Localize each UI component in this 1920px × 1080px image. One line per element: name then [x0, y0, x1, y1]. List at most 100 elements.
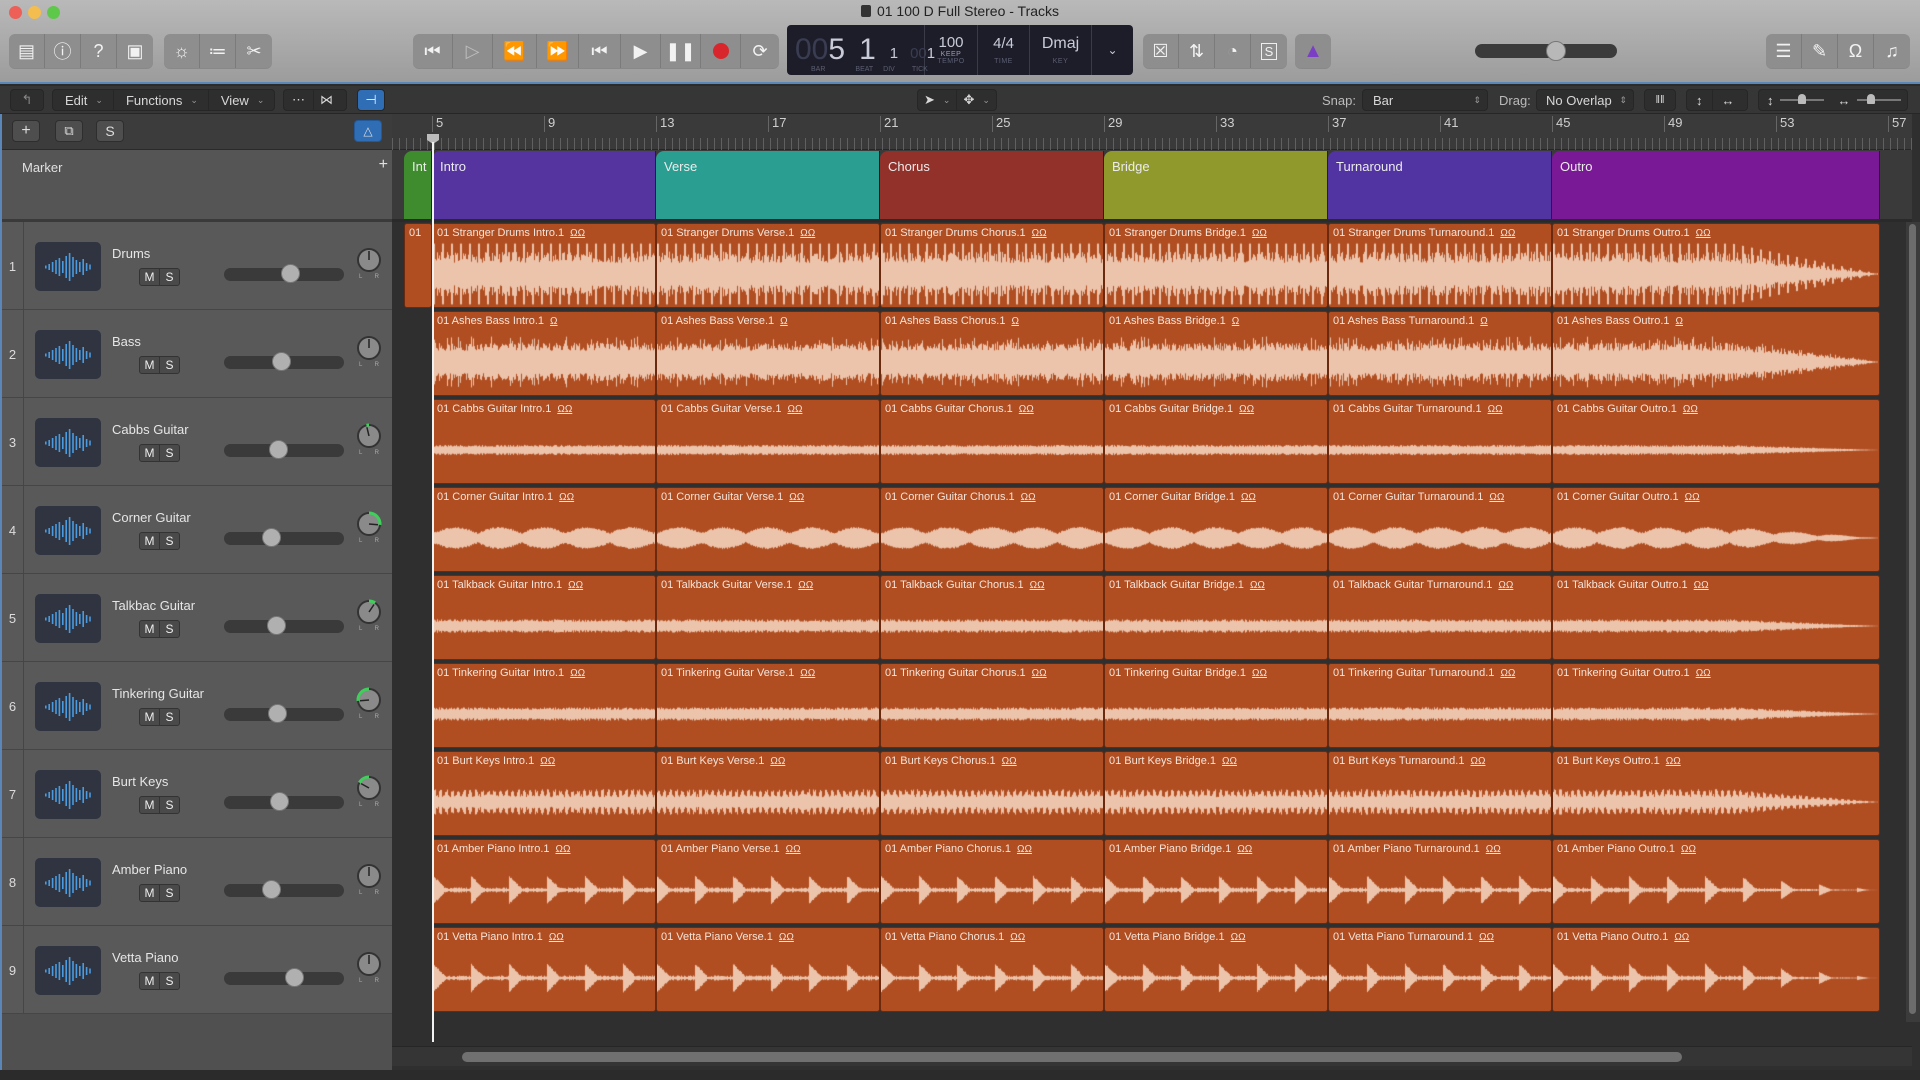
audio-region[interactable]: 01 Talkback Guitar Chorus.1 ΩΩ	[880, 575, 1104, 660]
audio-region[interactable]: 01 Tinkering Guitar Chorus.1 ΩΩ	[880, 663, 1104, 748]
volume-slider-knob[interactable]	[269, 440, 288, 459]
time-signature-display[interactable]: 4/4 TIME	[978, 25, 1030, 75]
lcd-display[interactable]: 00 5 1 1 00 1 BAR BEAT DIV TICK 100 KEEP…	[787, 25, 1133, 75]
audio-region[interactable]: 01 Amber Piano Turnaround.1 ΩΩ	[1328, 839, 1552, 924]
audio-track-icon[interactable]	[35, 242, 101, 291]
volume-slider-knob[interactable]	[262, 880, 281, 899]
key-display[interactable]: Dmaj KEY	[1030, 25, 1092, 75]
go-to-beginning-button[interactable]: ⏮	[413, 34, 453, 68]
cycle-button[interactable]: ⟳	[741, 34, 779, 68]
toolbar-button[interactable]: ▣	[117, 34, 153, 68]
audio-region[interactable]: 01 Ashes Bass Outro.1 Ω	[1552, 311, 1880, 396]
audio-region[interactable]: 01 Corner Guitar Outro.1 ΩΩ	[1552, 487, 1880, 572]
track-header[interactable]: 5 Talkbac Guitar M S LR	[2, 574, 394, 662]
audio-region[interactable]: 01 Talkback Guitar Bridge.1 ΩΩ	[1104, 575, 1328, 660]
marker-turnaround[interactable]: Turnaround	[1328, 151, 1552, 219]
audio-track-icon[interactable]	[35, 682, 101, 731]
record-button[interactable]	[701, 34, 741, 68]
flex-button[interactable]: ⋈	[314, 89, 339, 111]
pan-knob[interactable]: LR	[355, 246, 383, 280]
volume-slider[interactable]	[224, 880, 344, 899]
audio-region[interactable]: 01 Cabbs Guitar Chorus.1 ΩΩ	[880, 399, 1104, 484]
view-menu[interactable]: View ⌄	[209, 89, 275, 111]
tuner-button[interactable]: ◔	[1215, 34, 1251, 68]
tempo-display[interactable]: 100 KEEP TEMPO	[925, 25, 978, 75]
marker-int[interactable]: Int	[404, 151, 432, 219]
audio-region[interactable]: 01 Ashes Bass Turnaround.1 Ω	[1328, 311, 1552, 396]
audio-region[interactable]: 01 Tinkering Guitar Bridge.1 ΩΩ	[1104, 663, 1328, 748]
rewind-button[interactable]: ⏪	[493, 34, 537, 68]
audio-region[interactable]: 01 Vetta Piano Intro.1 ΩΩ	[432, 927, 656, 1012]
track-header[interactable]: 2 Bass M S LR	[2, 310, 394, 398]
solo-button[interactable]: S	[160, 269, 179, 285]
solo-button[interactable]: S	[160, 797, 179, 813]
audio-region[interactable]: 01 Stranger Drums Intro.1 ΩΩ	[432, 223, 656, 308]
audio-region[interactable]: 01 Amber Piano Intro.1 ΩΩ	[432, 839, 656, 924]
master-volume-knob[interactable]	[1546, 41, 1566, 61]
inspector-button[interactable]: ⓘ	[45, 34, 81, 68]
audio-region[interactable]: 01 Corner Guitar Bridge.1 ΩΩ	[1104, 487, 1328, 572]
edit-menu[interactable]: Edit ⌄	[53, 89, 114, 111]
audio-region[interactable]: 01 Tinkering Guitar Turnaround.1 ΩΩ	[1328, 663, 1552, 748]
add-marker-button[interactable]: +	[379, 156, 388, 174]
solo-button[interactable]: S	[160, 357, 179, 373]
solo-button[interactable]: S	[160, 621, 179, 637]
audio-region[interactable]: 01 Burt Keys Turnaround.1 ΩΩ	[1328, 751, 1552, 836]
marker-chorus[interactable]: Chorus	[880, 151, 1104, 219]
vertical-fit-button[interactable]: ↕	[1687, 89, 1713, 111]
audio-region[interactable]: 01 Vetta Piano Turnaround.1 ΩΩ	[1328, 927, 1552, 1012]
fast-forward-button[interactable]: ⏩	[537, 34, 579, 68]
track-header[interactable]: 7 Burt Keys M S LR	[2, 750, 394, 838]
audio-region[interactable]: 01 Cabbs Guitar Turnaround.1 ΩΩ	[1328, 399, 1552, 484]
track-header[interactable]: 3 Cabbs Guitar M S LR	[2, 398, 394, 486]
catch-playhead-button[interactable]: ⊣	[357, 89, 385, 111]
audio-region[interactable]: 01 Amber Piano Bridge.1 ΩΩ	[1104, 839, 1328, 924]
mute-button[interactable]: M	[140, 797, 160, 813]
solo-button[interactable]: S	[160, 885, 179, 901]
audio-region[interactable]: 01 Tinkering Guitar Intro.1 ΩΩ	[432, 663, 656, 748]
audio-region[interactable]: 01 Stranger Drums Chorus.1 ΩΩ	[880, 223, 1104, 308]
mute-button[interactable]: M	[140, 445, 160, 461]
track-header[interactable]: 6 Tinkering Guitar M S LR	[2, 662, 394, 750]
volume-slider[interactable]	[224, 616, 344, 635]
pan-knob[interactable]: LR	[355, 422, 383, 456]
audio-region[interactable]: 01 Vetta Piano Outro.1 ΩΩ	[1552, 927, 1880, 1012]
audio-region[interactable]: 01 Stranger Drums Turnaround.1 ΩΩ	[1328, 223, 1552, 308]
audio-region[interactable]: 01 Amber Piano Verse.1 ΩΩ	[656, 839, 880, 924]
audio-region[interactable]: 01 Burt Keys Outro.1 ΩΩ	[1552, 751, 1880, 836]
replace-button[interactable]: ☒	[1143, 34, 1179, 68]
marker-outro[interactable]: Outro	[1552, 151, 1880, 219]
solo-button[interactable]: S	[160, 533, 179, 549]
pan-knob[interactable]: LR	[355, 686, 383, 720]
loop-browser-button[interactable]: Ω	[1838, 34, 1874, 68]
track-name[interactable]: Corner Guitar	[112, 510, 191, 525]
mute-button[interactable]: M	[140, 269, 160, 285]
global-tracks-button[interactable]: △	[354, 120, 382, 142]
track-name[interactable]: Vetta Piano	[112, 950, 179, 965]
lcd-mode-dropdown[interactable]: ⌄	[1092, 25, 1133, 75]
audio-region[interactable]: 01 Burt Keys Bridge.1 ΩΩ	[1104, 751, 1328, 836]
autopunch-button[interactable]: ⇅	[1179, 34, 1215, 68]
horizontal-scroll-thumb[interactable]	[462, 1052, 1682, 1062]
master-volume-slider[interactable]	[1475, 41, 1617, 61]
audio-region[interactable]: 01 Burt Keys Intro.1 ΩΩ	[432, 751, 656, 836]
volume-slider[interactable]	[224, 264, 344, 283]
mute-button[interactable]: M	[140, 357, 160, 373]
audio-region[interactable]: 01 Vetta Piano Verse.1 ΩΩ	[656, 927, 880, 1012]
volume-slider-knob[interactable]	[268, 704, 287, 723]
volume-slider[interactable]	[224, 440, 344, 459]
volume-slider[interactable]	[224, 528, 344, 547]
audio-region[interactable]: 01 Cabbs Guitar Outro.1 ΩΩ	[1552, 399, 1880, 484]
mute-button[interactable]: M	[140, 621, 160, 637]
hierarchy-up-button[interactable]: ↰	[10, 89, 44, 111]
audio-region[interactable]: 01 Corner Guitar Chorus.1 ΩΩ	[880, 487, 1104, 572]
pan-knob[interactable]: LR	[355, 598, 383, 632]
pan-knob[interactable]: LR	[355, 862, 383, 896]
left-click-tool-menu[interactable]: ➤ ⌄	[918, 89, 958, 111]
horizontal-fit-button[interactable]: ↔	[1713, 89, 1744, 111]
audio-region[interactable]: 01 Talkback Guitar Intro.1 ΩΩ	[432, 575, 656, 660]
audio-region[interactable]: 01 Talkback Guitar Turnaround.1 ΩΩ	[1328, 575, 1552, 660]
volume-slider[interactable]	[224, 968, 344, 987]
audio-region[interactable]: 01 Corner Guitar Verse.1 ΩΩ	[656, 487, 880, 572]
play-button[interactable]: ▶	[621, 34, 661, 68]
